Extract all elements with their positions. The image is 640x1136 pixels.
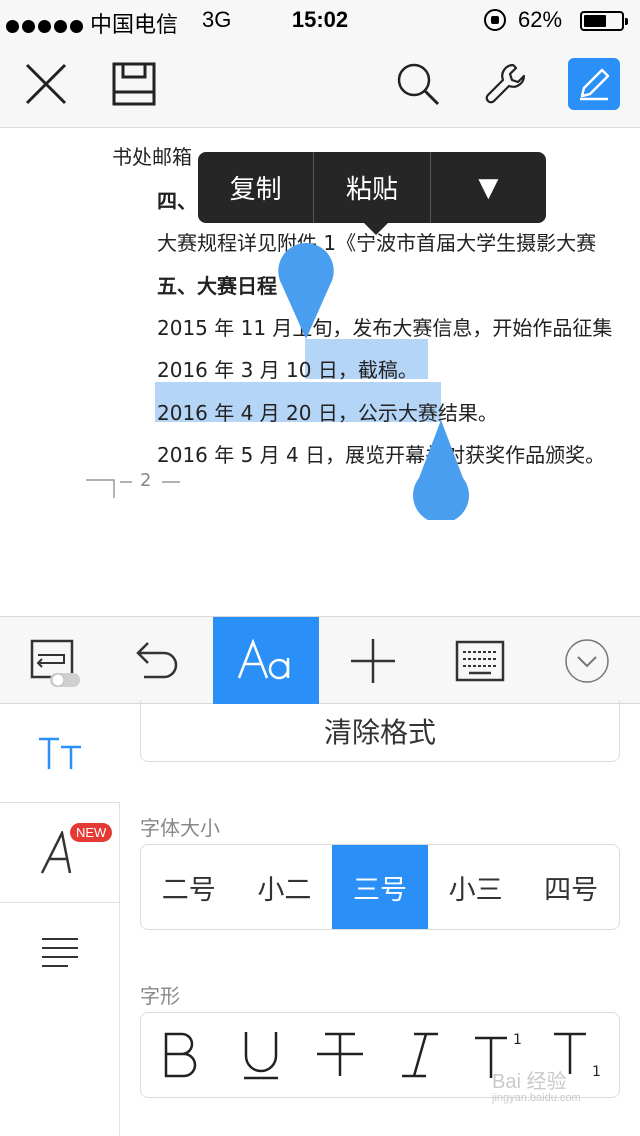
context-menu: 复制 粘贴 ▼: [198, 152, 546, 235]
copy-menu-item[interactable]: 复制: [198, 152, 315, 223]
subscript-digit: 1: [592, 1064, 601, 1080]
strikethrough-icon: [317, 1032, 364, 1076]
search-icon: [397, 63, 440, 106]
close-button[interactable]: [16, 54, 76, 114]
top-toolbar: [0, 40, 640, 128]
watermark-url: jingyan.baidu.com: [492, 1092, 581, 1104]
save-icon: [112, 62, 156, 106]
new-badge: NEW: [70, 823, 113, 842]
collapse-chevron-icon: [565, 639, 609, 683]
keyboard-icon: [455, 640, 505, 682]
bold-icon: [164, 1032, 196, 1078]
font-style-label: 字形: [140, 984, 180, 1008]
page-number: 2: [140, 470, 152, 491]
underline-icon: [243, 1032, 278, 1080]
tab-text-format[interactable]: [0, 704, 120, 802]
strikethrough-button[interactable]: [300, 1013, 380, 1097]
edit-mode-button[interactable]: [568, 58, 620, 110]
font-size-option-selected[interactable]: 三号: [332, 845, 428, 929]
font-size-label: 字体大小: [140, 816, 220, 840]
watermark: Bai 经验 jingyan.baidu.com: [492, 1065, 581, 1104]
italic-icon: [401, 1032, 438, 1078]
font-size-selector: 二号 小二 三号 小三 四号: [140, 844, 620, 930]
tools-button[interactable]: [476, 54, 536, 114]
wrench-icon: [485, 63, 526, 104]
selection-end-handle[interactable]: [411, 418, 471, 520]
insert-button[interactable]: [320, 617, 426, 705]
paste-menu-item[interactable]: 粘贴: [314, 152, 431, 223]
battery-fill: [584, 15, 606, 27]
selection-start-handle[interactable]: [276, 241, 336, 345]
wrap-toggle-button[interactable]: [0, 617, 106, 705]
wrap-toggle-icon: [30, 639, 80, 687]
doc-line: 2016 年 5 月 4 日，展览开幕并对获奖作品颁奖。: [157, 443, 606, 467]
italic-button[interactable]: [380, 1013, 460, 1097]
underline-button[interactable]: [221, 1013, 301, 1097]
font-size-option[interactable]: 小二: [237, 845, 333, 929]
edit-pencil-icon: [580, 68, 610, 101]
battery-percent: 62%: [518, 7, 563, 32]
keyboard-button[interactable]: [427, 617, 533, 705]
format-toolbar: [0, 616, 640, 705]
font-size-option[interactable]: 四号: [523, 845, 619, 929]
save-button[interactable]: [104, 54, 164, 114]
watermark-text: Bai 经验: [492, 1071, 567, 1093]
text-size-icon: [39, 737, 81, 769]
doc-heading: 五、大赛日程: [157, 274, 277, 298]
doc-line: 2015 年 11 月上旬，发布大赛信息，开始作品征集: [157, 316, 613, 340]
undo-icon: [136, 642, 178, 679]
collapse-button[interactable]: [534, 617, 640, 705]
font-format-button[interactable]: [213, 617, 319, 705]
more-menu-item[interactable]: ▼: [431, 152, 546, 223]
tab-paragraph[interactable]: [0, 902, 120, 1002]
doc-line: 书处邮箱: [112, 145, 192, 169]
doc-heading: 四、: [157, 189, 197, 213]
paragraph-align-icon: [42, 937, 78, 967]
close-icon: [25, 63, 67, 105]
search-button[interactable]: [388, 54, 448, 114]
battery-icon: [580, 11, 628, 31]
document-area[interactable]: 书处邮箱 四、 大赛规程详见附件 1《宁波市首届大学生摄影大赛 五、大赛日程 2…: [0, 128, 640, 616]
font-format-icon: [237, 638, 290, 680]
undo-button[interactable]: [106, 617, 212, 705]
rotation-lock-icon: [484, 9, 506, 31]
doc-line: 2016 年 3 月 10 日，截稿。: [157, 358, 418, 382]
tab-font-style[interactable]: NEW: [0, 802, 120, 902]
format-side-tabs: NEW: [0, 704, 120, 1136]
clear-format-button[interactable]: 清除格式: [140, 700, 620, 762]
insert-plus-icon: [351, 639, 395, 683]
superscript-digit: 1: [513, 1032, 522, 1048]
bold-button[interactable]: [141, 1013, 221, 1097]
font-size-option[interactable]: 二号: [141, 845, 237, 929]
status-bar: 中国电信 3G 15:02 62%: [0, 0, 640, 40]
font-size-option[interactable]: 小三: [428, 845, 524, 929]
